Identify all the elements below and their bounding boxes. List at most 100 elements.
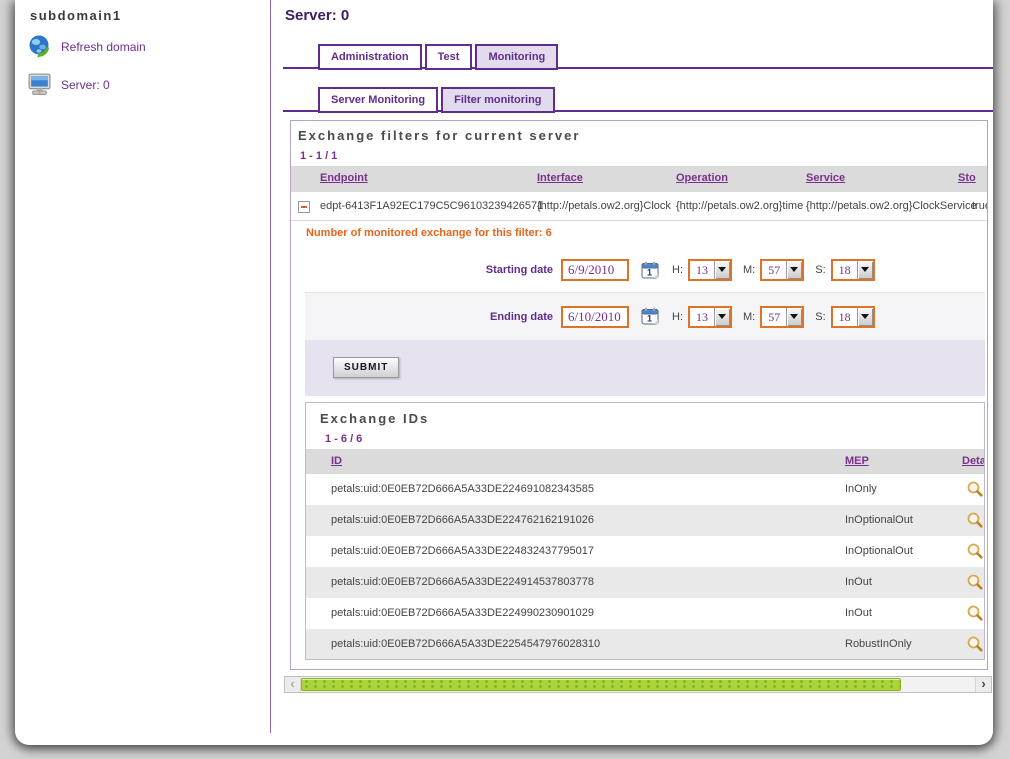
filter-service: {http://petals.ow2.org}ClockService [806,200,977,212]
column-mep[interactable]: MEP [845,455,869,467]
select-value: 57 [762,308,786,326]
sidebar: subdomain1 Refresh domain [15,0,271,733]
mep-value: InOptionalOut [845,514,913,526]
second-label: S: [815,264,825,276]
mep-value: InOut [845,576,872,588]
select-value: 13 [690,261,714,279]
chevron-down-icon [786,308,802,326]
chevron-down-icon [786,261,802,279]
column-stopped[interactable]: Sto [958,172,976,184]
horizontal-scrollbar[interactable]: ‹ › [284,676,992,693]
starting-date-input[interactable] [561,259,629,281]
filter-operation: {http://petals.ow2.org}time [676,200,803,212]
starting-second-select[interactable]: 18 [831,259,875,281]
submit-row: SUBMIT [305,340,985,396]
collapse-icon[interactable] [298,201,310,213]
svg-text:1: 1 [646,314,651,324]
column-endpoint[interactable]: Endpoint [320,172,368,184]
computer-icon [27,72,53,98]
column-interface[interactable]: Interface [537,172,583,184]
hour-label: H: [672,264,683,276]
chevron-down-icon [857,308,873,326]
pagination: 1 - 1 / 1 [300,150,337,162]
exchange-filters-panel: Exchange filters for current server 1 - … [290,120,988,670]
select-value: 57 [762,261,786,279]
chevron-down-icon [714,261,730,279]
subtab-server-monitoring[interactable]: Server Monitoring [318,87,438,113]
table-row: petals:uid:0E0EB72D666A5A33DE22469108234… [306,474,984,505]
exchange-id: petals:uid:0E0EB72D666A5A33DE22469108234… [331,483,594,495]
exchange-ids-header: ID MEP Detail [306,449,984,474]
detail-button[interactable] [966,480,984,498]
mep-value: RobustInOnly [845,638,912,650]
detail-button[interactable] [966,635,984,653]
select-value: 13 [690,308,714,326]
tab-test[interactable]: Test [425,44,473,70]
exchange-id: petals:uid:0E0EB72D666A5A33DE22545479760… [331,638,600,650]
detail-button[interactable] [966,573,984,591]
column-id[interactable]: ID [331,455,342,467]
detail-button[interactable] [966,604,984,622]
starting-date-label: Starting date [305,264,553,276]
submit-button[interactable]: SUBMIT [333,357,399,378]
minute-label: M: [743,311,755,323]
exchange-id: petals:uid:0E0EB72D666A5A33DE22483243779… [331,545,594,557]
detail-button[interactable] [966,511,984,529]
mep-value: InOut [845,607,872,619]
calendar-button[interactable]: 1 [639,260,661,281]
exchange-ids-pagination: 1 - 6 / 6 [325,433,362,445]
hour-label: H: [672,311,683,323]
exchange-ids-title: Exchange IDs [320,411,429,426]
filter-interface: {http://petals.ow2.org}Clock [537,200,671,212]
filters-table-header: Endpoint Interface Operation Service Sto [291,166,988,192]
exchange-id: petals:uid:0E0EB72D666A5A33DE22491453780… [331,576,594,588]
table-row: petals:uid:0E0EB72D666A5A33DE22483243779… [306,536,984,567]
sidebar-item-server[interactable]: Server: 0 [27,72,110,98]
column-service[interactable]: Service [806,172,845,184]
mep-value: InOptionalOut [845,545,913,557]
monitored-count-label: Number of monitored exchange for this fi… [306,227,552,239]
tab-bar: Administration Test Monitoring [318,44,558,70]
second-label: S: [815,311,825,323]
exchange-id: petals:uid:0E0EB72D666A5A33DE22476216219… [331,514,594,526]
filter-row: edpt-6413F1A92EC179C5C96103239426571 {ht… [291,192,988,221]
panel-title: Exchange filters for current server [298,128,580,143]
column-operation[interactable]: Operation [676,172,728,184]
starting-hour-select[interactable]: 13 [688,259,732,281]
chevron-down-icon [714,308,730,326]
ending-date-row: Ending date 1 H: 13 [305,292,985,340]
ending-second-select[interactable]: 18 [831,306,875,328]
sidebar-item-label: Refresh domain [61,40,146,54]
ending-date-input[interactable] [561,306,629,328]
scrollbar-thumb[interactable] [301,678,901,691]
chevron-down-icon [857,261,873,279]
ending-minute-select[interactable]: 57 [760,306,804,328]
ending-hour-select[interactable]: 13 [688,306,732,328]
filter-stopped-value: true [972,200,988,212]
subtab-filter-monitoring[interactable]: Filter monitoring [441,87,554,113]
starting-minute-select[interactable]: 57 [760,259,804,281]
select-value: 18 [833,261,857,279]
scroll-left-button[interactable]: ‹ [285,677,301,692]
exchange-id: petals:uid:0E0EB72D666A5A33DE22499023090… [331,607,594,619]
select-value: 18 [833,308,857,326]
svg-text:1: 1 [646,267,651,277]
filter-endpoint: edpt-6413F1A92EC179C5C96103239426571 [320,200,543,212]
table-row: petals:uid:0E0EB72D666A5A33DE22499023090… [306,598,984,629]
table-row: petals:uid:0E0EB72D666A5A33DE22491453780… [306,567,984,598]
detail-button[interactable] [966,542,984,560]
column-detail[interactable]: Detail [962,455,985,467]
main-content: Server: 0 Administration Test Monitoring… [283,0,993,745]
page-title: Server: 0 [285,7,349,24]
minute-label: M: [743,264,755,276]
mep-value: InOnly [845,483,877,495]
sidebar-item-label: Server: 0 [61,78,110,92]
starting-date-row: Starting date 1 H: [305,248,985,292]
calendar-button[interactable]: 1 [639,306,661,327]
scroll-right-button[interactable]: › [975,677,991,692]
tab-monitoring[interactable]: Monitoring [475,44,558,70]
subtab-bar: Server Monitoring Filter monitoring [318,87,555,113]
tab-administration[interactable]: Administration [318,44,422,70]
sidebar-item-refresh-domain[interactable]: Refresh domain [27,34,146,60]
domain-title: subdomain1 [30,8,122,23]
